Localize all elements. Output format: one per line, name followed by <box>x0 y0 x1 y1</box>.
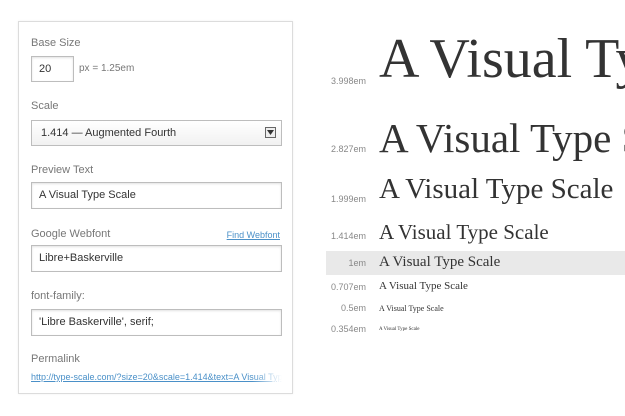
chevron-down-icon[interactable] <box>265 127 276 138</box>
scale-row-2827: 2.827em A Visual Type Scale <box>326 110 625 162</box>
scale-sample: A Visual Type Scale <box>379 327 420 332</box>
webfont-input[interactable]: Libre+Baskerville <box>31 245 282 272</box>
em-label: 1em <box>348 258 366 268</box>
preview-text-label: Preview Text <box>31 164 94 176</box>
font-family-label: font-family: <box>31 290 85 302</box>
scale-select-value: 1.414 — Augmented Fourth <box>41 127 177 139</box>
permalink-label: Permalink <box>31 353 80 365</box>
em-label: 0.707em <box>330 282 366 292</box>
em-label: 1.414em <box>330 231 366 241</box>
scale-sample: A Visual Type Scale <box>379 220 549 244</box>
scale-row-1999: 1.999em A Visual Type Scale <box>326 170 625 210</box>
scale-sample: A Visual Type Scale <box>379 173 614 205</box>
font-family-input[interactable]: 'Libre Baskerville', serif; <box>31 309 282 336</box>
scale-row-1-base: 1em A Visual Type Scale <box>326 251 625 275</box>
scale-row-3998: 3.998em A Visual Type Scale <box>326 22 625 100</box>
scale-row-0354: 0.354em A Visual Type Scale <box>326 323 625 338</box>
scale-sample: A Visual Type Scale <box>379 254 501 270</box>
em-label: 1.999em <box>330 194 366 204</box>
permalink-link[interactable]: http://type-scale.com/?size=20&scale=1.4… <box>31 372 282 382</box>
scale-sample: A Visual Type Scale <box>379 28 625 90</box>
base-size-note: px = 1.25em <box>79 63 135 74</box>
em-label: 3.998em <box>330 76 366 86</box>
scale-row-05: 0.5em A Visual Type Scale <box>326 302 625 317</box>
em-label: 0.354em <box>330 324 366 334</box>
base-size-input[interactable]: 20 <box>31 56 74 82</box>
find-webfont-link[interactable]: Find Webfont <box>227 230 280 240</box>
webfont-label: Google Webfont <box>31 228 111 240</box>
em-label: 0.5em <box>340 303 366 313</box>
scale-label: Scale <box>31 100 59 112</box>
scale-row-1414: 1.414em A Visual Type Scale <box>326 218 625 246</box>
type-scale-page: Base Size 20 px = 1.25em Scale 1.414 — A… <box>0 0 625 416</box>
scale-select[interactable]: 1.414 — Augmented Fourth <box>31 120 282 146</box>
permalink-url[interactable]: http://type-scale.com/?size=20&scale=1.4… <box>31 372 282 382</box>
preview-text-input[interactable]: A Visual Type Scale <box>31 182 282 209</box>
controls-panel: Base Size 20 px = 1.25em Scale 1.414 — A… <box>18 21 293 394</box>
scale-row-0707: 0.707em A Visual Type Scale <box>326 279 625 297</box>
scale-sample: A Visual Type Scale <box>379 304 444 313</box>
scale-sample: A Visual Type Scale <box>379 115 625 161</box>
base-size-label: Base Size <box>31 37 81 49</box>
em-label: 2.827em <box>330 144 366 154</box>
scale-sample: A Visual Type Scale <box>379 280 468 292</box>
permalink-fade <box>252 372 282 382</box>
